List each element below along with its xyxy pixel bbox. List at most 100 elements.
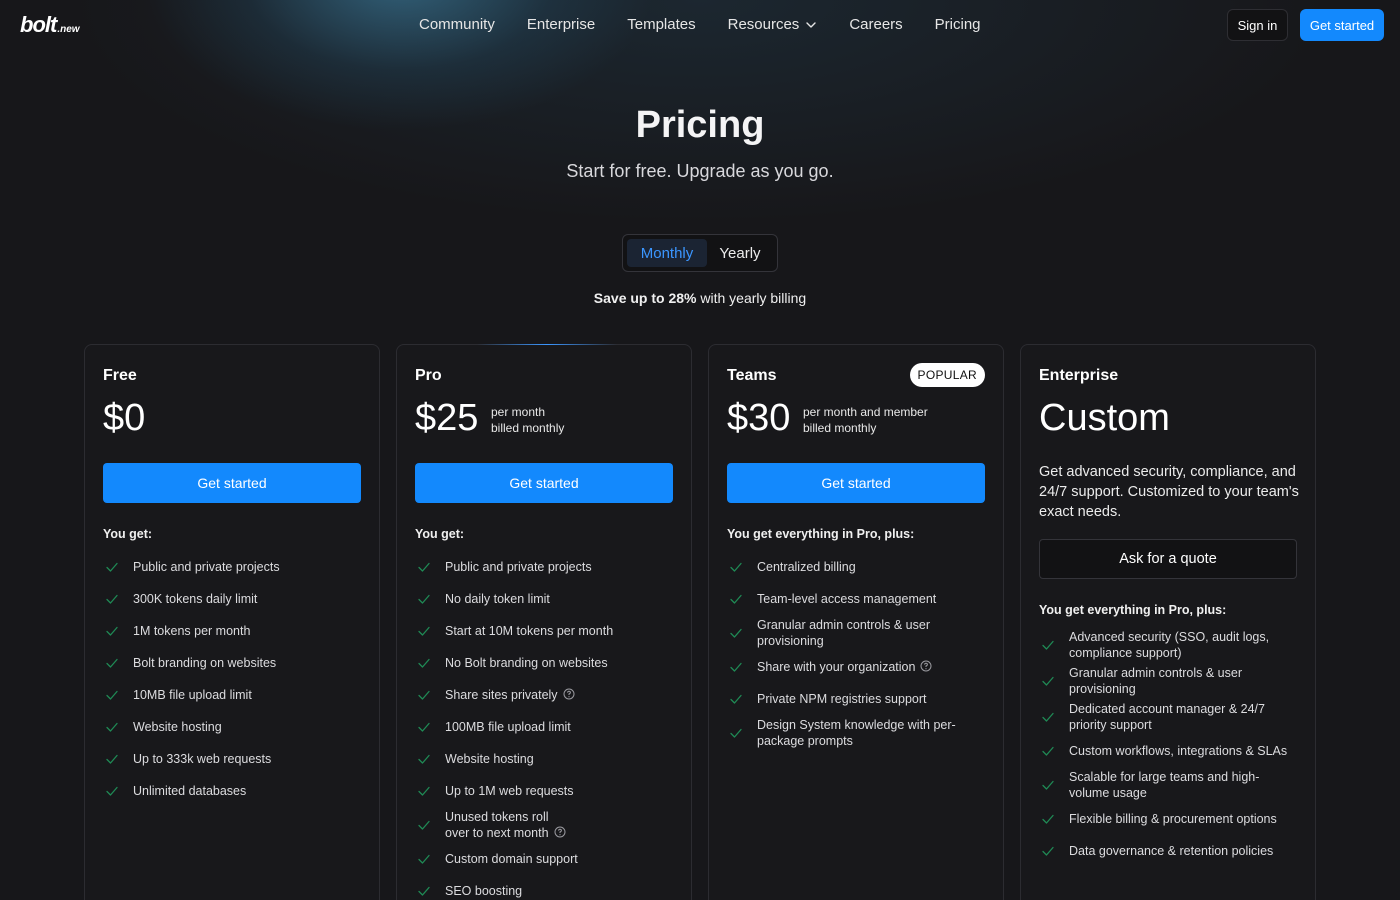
- info-icon[interactable]: [563, 688, 575, 700]
- plan-card-enterprise: Enterprise Custom Get advanced security, c…: [1020, 344, 1316, 900]
- feature-item: No daily token limit: [415, 583, 681, 615]
- nav-get-started-button[interactable]: Get started: [1300, 9, 1384, 41]
- feature-item: Share sites privately: [415, 679, 681, 711]
- feature-text-line: package prompts: [757, 734, 853, 748]
- check-icon: [1042, 640, 1054, 650]
- plan-card-free: Free $0 Get started You get: Public and priv…: [84, 344, 380, 900]
- feature-text-line: Advanced security (SSO, audit logs,: [1069, 630, 1270, 644]
- check-icon: [1042, 780, 1054, 790]
- feature-item: Up to 333k web requests: [103, 743, 369, 775]
- feature-text: No daily token limit: [445, 591, 550, 607]
- info-icon[interactable]: [920, 660, 932, 672]
- feature-text-line: Public and private projects: [133, 560, 280, 574]
- feature-text-line: 1M tokens per month: [133, 624, 251, 638]
- check-icon: [1042, 676, 1054, 686]
- features-heading: You get:: [103, 527, 153, 541]
- feature-text: Granular admin controls & user provisioni…: [757, 617, 930, 649]
- feature-text-line: Up to 1M web requests: [445, 784, 574, 798]
- feature-text: Up to 333k web requests: [133, 751, 271, 767]
- feature-text: Scalable for large teams and high-volume…: [1069, 769, 1259, 801]
- feature-text: SEO boosting: [445, 883, 522, 899]
- feature-text: Share with your organization: [757, 659, 932, 675]
- feature-text-line: Design System knowledge with per-: [757, 718, 956, 732]
- feature-text: Public and private projects: [133, 559, 280, 575]
- billing-option-yearly[interactable]: Yearly: [707, 239, 773, 267]
- price-period: per month and member: [803, 405, 928, 419]
- get-started-button-free[interactable]: Get started: [103, 463, 361, 503]
- info-icon[interactable]: [554, 826, 566, 838]
- page-subtitle: Start for free. Upgrade as you go.: [566, 161, 834, 181]
- billing-option-monthly[interactable]: Monthly: [627, 239, 707, 267]
- feature-text-line: Team-level access management: [757, 592, 937, 606]
- check-icon: [106, 690, 118, 700]
- feature-text: Advanced security (SSO, audit logs, compl…: [1069, 629, 1269, 661]
- feature-text: Dedicated account manager & 24/7 priority…: [1069, 701, 1265, 733]
- feature-item: 1M tokens per month: [103, 615, 369, 647]
- ask-quote-button[interactable]: Ask for a quote: [1039, 539, 1297, 579]
- check-icon: [1042, 814, 1054, 824]
- check-icon: [1042, 746, 1054, 756]
- get-started-button-pro[interactable]: Get started: [415, 463, 673, 503]
- price-note: per month billed monthly: [491, 404, 564, 436]
- price-period: per month: [491, 405, 546, 419]
- nav-link-careers[interactable]: Careers: [849, 16, 902, 33]
- sign-in-button[interactable]: Sign in: [1227, 9, 1288, 41]
- feature-text-line: Granular admin controls & user: [1069, 666, 1242, 680]
- feature-list: Centralized billing Team-level access man…: [727, 551, 993, 751]
- nav-link-templates[interactable]: Templates: [627, 16, 695, 33]
- feature-text: 100MB file upload limit: [445, 719, 571, 735]
- feature-text-line: 300K tokens daily limit: [133, 592, 258, 606]
- feature-item: 10MB file upload limit: [103, 679, 369, 711]
- feature-text-line: Up to 333k web requests: [133, 752, 272, 766]
- check-icon: [1042, 846, 1054, 856]
- features-heading: You get:: [415, 527, 465, 541]
- feature-text-line: provisioning: [1069, 682, 1136, 696]
- nav-link-community[interactable]: Community: [419, 16, 495, 33]
- nav-link-resources[interactable]: Resources: [728, 16, 818, 33]
- check-icon: [418, 854, 430, 864]
- feature-item: Dedicated account manager & 24/7 priority…: [1039, 699, 1305, 735]
- feature-item: Scalable for large teams and high-volume…: [1039, 767, 1305, 803]
- nav-links: Community Enterprise Templates Resources…: [419, 16, 1013, 33]
- feature-text: Custom workflows, integrations & SLAs: [1069, 743, 1287, 759]
- price-billing: billed monthly: [803, 421, 877, 435]
- nav-link-enterprise[interactable]: Enterprise: [527, 16, 595, 33]
- feature-text: Website hosting: [445, 751, 534, 767]
- check-icon: [730, 662, 742, 672]
- plan-price: $0: [103, 397, 146, 439]
- price-billing: billed monthly: [491, 421, 565, 435]
- popular-badge: POPULAR: [909, 363, 985, 387]
- check-icon: [418, 754, 430, 764]
- check-icon: [106, 626, 118, 636]
- feature-text: Granular admin controls & user provisioni…: [1069, 665, 1242, 697]
- feature-text: 10MB file upload limit: [133, 687, 252, 703]
- plan-card-pro: Pro $25 per month billed monthly Get started…: [396, 344, 692, 900]
- feature-item: Bolt branding on websites: [103, 647, 369, 679]
- check-icon: [106, 786, 118, 796]
- check-icon: [730, 628, 742, 638]
- logo-suffix: .new: [57, 24, 80, 35]
- feature-text-line: SEO boosting: [445, 884, 523, 898]
- check-icon: [730, 562, 742, 572]
- bolt-logo[interactable]: bolt .new: [20, 12, 80, 38]
- feature-item: Custom domain support: [415, 843, 681, 875]
- feature-text: Design System knowledge with per-package…: [757, 717, 956, 749]
- feature-item: Up to 1M web requests: [415, 775, 681, 807]
- savings-note: Save up to 28% with yearly billing: [0, 290, 1400, 306]
- nav-link-pricing[interactable]: Pricing: [935, 16, 981, 33]
- feature-text: 300K tokens daily limit: [133, 591, 257, 607]
- feature-item: Team-level access management: [727, 583, 993, 615]
- plan-price: Custom: [1039, 397, 1170, 439]
- savings-note-text: with yearly billing: [696, 290, 807, 306]
- feature-item: SEO boosting: [415, 875, 681, 900]
- check-icon: [418, 786, 430, 796]
- check-icon: [106, 658, 118, 668]
- feature-text-line: Scalable for large teams and high-: [1069, 770, 1260, 784]
- check-icon: [106, 722, 118, 732]
- feature-item: Public and private projects: [415, 551, 681, 583]
- plan-price: $30: [727, 397, 791, 439]
- feature-text: Up to 1M web requests: [445, 783, 574, 799]
- feature-text: Bolt branding on websites: [133, 655, 276, 671]
- feature-text: Custom domain support: [445, 851, 578, 867]
- get-started-button-teams[interactable]: Get started: [727, 463, 985, 503]
